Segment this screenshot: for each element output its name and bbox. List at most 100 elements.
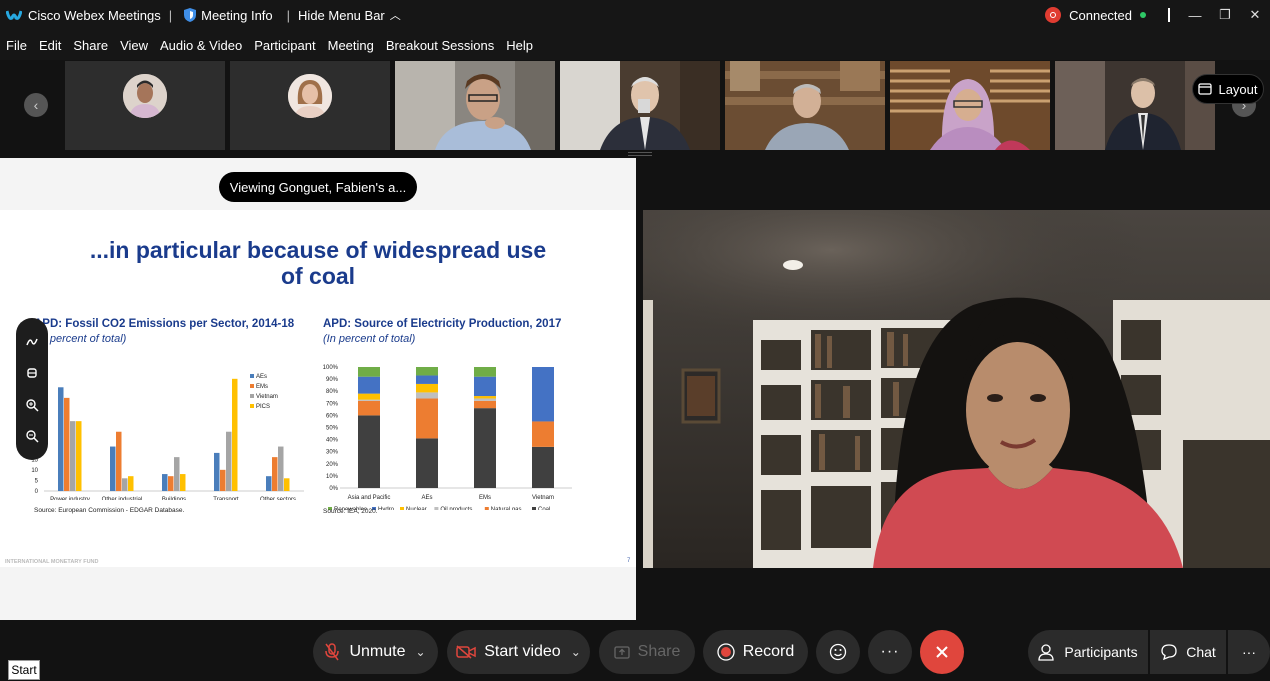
more-panels-button[interactable]: ··· bbox=[1228, 630, 1270, 674]
participants-label: Participants bbox=[1064, 644, 1138, 660]
participant-video-thumbnail[interactable] bbox=[560, 61, 720, 150]
stacked-bar-segment bbox=[416, 398, 438, 439]
menu-breakout-sessions[interactable]: Breakout Sessions bbox=[386, 38, 494, 53]
meeting-info-button[interactable]: Meeting Info bbox=[184, 8, 273, 23]
more-options-button[interactable]: ··· bbox=[868, 630, 912, 674]
y-tick-label: 100% bbox=[323, 365, 339, 371]
participant-thumbnail[interactable] bbox=[230, 61, 390, 150]
bar bbox=[226, 431, 232, 491]
shield-icon bbox=[184, 8, 197, 22]
pen-icon[interactable] bbox=[24, 334, 40, 350]
menu-edit[interactable]: Edit bbox=[39, 38, 61, 53]
stacked-bar-segment bbox=[416, 438, 438, 488]
menu-view[interactable]: View bbox=[120, 38, 148, 53]
hide-menu-bar-button[interactable]: Hide Menu Bar ︿ bbox=[298, 7, 401, 23]
close-window-button[interactable]: ✕ bbox=[1240, 0, 1270, 30]
annotation-toolbar bbox=[16, 318, 48, 460]
connected-dot-icon bbox=[1140, 12, 1146, 18]
x-tick-label: Transport bbox=[213, 497, 239, 500]
minimize-button[interactable]: — bbox=[1180, 0, 1210, 30]
share-label: Share bbox=[637, 643, 681, 660]
legend-label: PICS bbox=[256, 404, 270, 410]
y-tick-label: 10 bbox=[31, 468, 38, 474]
chat-button[interactable]: Chat bbox=[1150, 630, 1226, 674]
chevron-up-icon: ︿ bbox=[389, 10, 401, 22]
legend-label: AEs bbox=[256, 374, 267, 380]
strip-prev-button[interactable]: ‹ bbox=[24, 93, 48, 117]
smiley-icon bbox=[829, 643, 847, 661]
sector-emissions-chart: 051015202530354045505560Power industryOt… bbox=[31, 362, 304, 500]
reactions-button[interactable] bbox=[816, 630, 860, 674]
zoom-in-icon[interactable] bbox=[24, 397, 40, 413]
stacked-bar-segment bbox=[416, 375, 438, 384]
menu-meeting[interactable]: Meeting bbox=[328, 38, 374, 53]
stacked-bar-segment bbox=[474, 396, 496, 399]
chat-label: Chat bbox=[1186, 644, 1216, 660]
share-button[interactable]: Share bbox=[599, 630, 695, 674]
y-tick-label: 20% bbox=[326, 462, 339, 468]
chevron-down-icon[interactable]: ⌄ bbox=[415, 645, 425, 659]
stacked-bar-segment bbox=[416, 392, 438, 399]
viewing-indicator[interactable]: Viewing Gonguet, Fabien's a... bbox=[219, 172, 417, 202]
stacked-bar-segment bbox=[358, 400, 380, 416]
participants-button[interactable]: Participants bbox=[1028, 630, 1148, 674]
legend-swatch bbox=[434, 507, 439, 510]
x-tick-label: Power industry bbox=[50, 497, 90, 500]
start-label: Start bbox=[11, 663, 37, 677]
leave-meeting-button[interactable] bbox=[920, 630, 964, 674]
menu-file[interactable]: File bbox=[6, 38, 27, 53]
stacked-bar-segment bbox=[416, 367, 438, 376]
close-icon bbox=[936, 646, 948, 658]
menu-participant[interactable]: Participant bbox=[254, 38, 315, 53]
start-video-button[interactable]: Start video ⌄ bbox=[447, 630, 590, 674]
participant-video-thumbnail[interactable] bbox=[395, 61, 555, 150]
bar bbox=[272, 457, 278, 491]
start-button[interactable]: Start bbox=[8, 660, 40, 680]
bar bbox=[64, 397, 70, 491]
menu-share[interactable]: Share bbox=[73, 38, 108, 53]
layout-button[interactable]: Layout bbox=[1192, 74, 1264, 104]
splitter-handle[interactable] bbox=[628, 152, 652, 156]
record-button[interactable]: Record bbox=[703, 630, 808, 674]
legend-swatch bbox=[532, 507, 536, 510]
menu-help[interactable]: Help bbox=[506, 38, 533, 53]
active-speaker-video[interactable] bbox=[643, 210, 1270, 568]
connection-status: Connected — ❐ ✕ bbox=[1045, 0, 1270, 30]
legend-swatch bbox=[250, 384, 254, 388]
stacked-bar-segment bbox=[358, 376, 380, 394]
bar bbox=[116, 431, 122, 491]
participant-video-thumbnail[interactable] bbox=[1055, 61, 1215, 150]
webex-window: { "titlebar": { "app_name": "Cisco Webex… bbox=[0, 0, 1270, 681]
record-icon bbox=[717, 643, 735, 661]
legend-label: Natural gas bbox=[491, 507, 522, 510]
x-tick-label: Other industrial bbox=[102, 497, 143, 500]
bar bbox=[174, 457, 180, 491]
unmute-button[interactable]: Unmute ⌄ bbox=[313, 630, 438, 674]
zoom-out-icon[interactable] bbox=[24, 428, 40, 444]
webex-logo-icon bbox=[6, 10, 22, 20]
menu-audio-video[interactable]: Audio & Video bbox=[160, 38, 242, 53]
legend-swatch bbox=[400, 507, 404, 510]
chart1-source: Source: European Commission - EDGAR Data… bbox=[34, 507, 185, 514]
stacked-bar-segment bbox=[416, 383, 438, 393]
legend-label: Vietnam bbox=[256, 394, 278, 400]
x-tick-label: Vietnam bbox=[532, 495, 554, 501]
participant-thumbnail[interactable] bbox=[65, 61, 225, 150]
legend-label: Coal bbox=[538, 507, 550, 510]
ellipsis-icon: ··· bbox=[880, 643, 900, 660]
x-tick-label: AEs bbox=[421, 495, 432, 501]
video-off-icon bbox=[456, 645, 476, 659]
eraser-icon[interactable] bbox=[24, 365, 40, 381]
chevron-down-icon[interactable]: ⌄ bbox=[571, 645, 581, 659]
y-tick-label: 5 bbox=[35, 478, 39, 484]
participant-video-thumbnail[interactable] bbox=[725, 61, 885, 150]
legend-label: EMs bbox=[256, 384, 268, 390]
legend-swatch bbox=[484, 507, 489, 510]
x-tick-label: Asia and Pacific bbox=[348, 495, 391, 501]
x-tick-label: Buildings bbox=[162, 497, 186, 500]
divider bbox=[1168, 8, 1170, 22]
status-text: Connected bbox=[1069, 7, 1132, 23]
stacked-bar-segment bbox=[474, 376, 496, 397]
participant-video-thumbnail[interactable] bbox=[890, 61, 1050, 150]
restore-button[interactable]: ❐ bbox=[1210, 0, 1240, 30]
